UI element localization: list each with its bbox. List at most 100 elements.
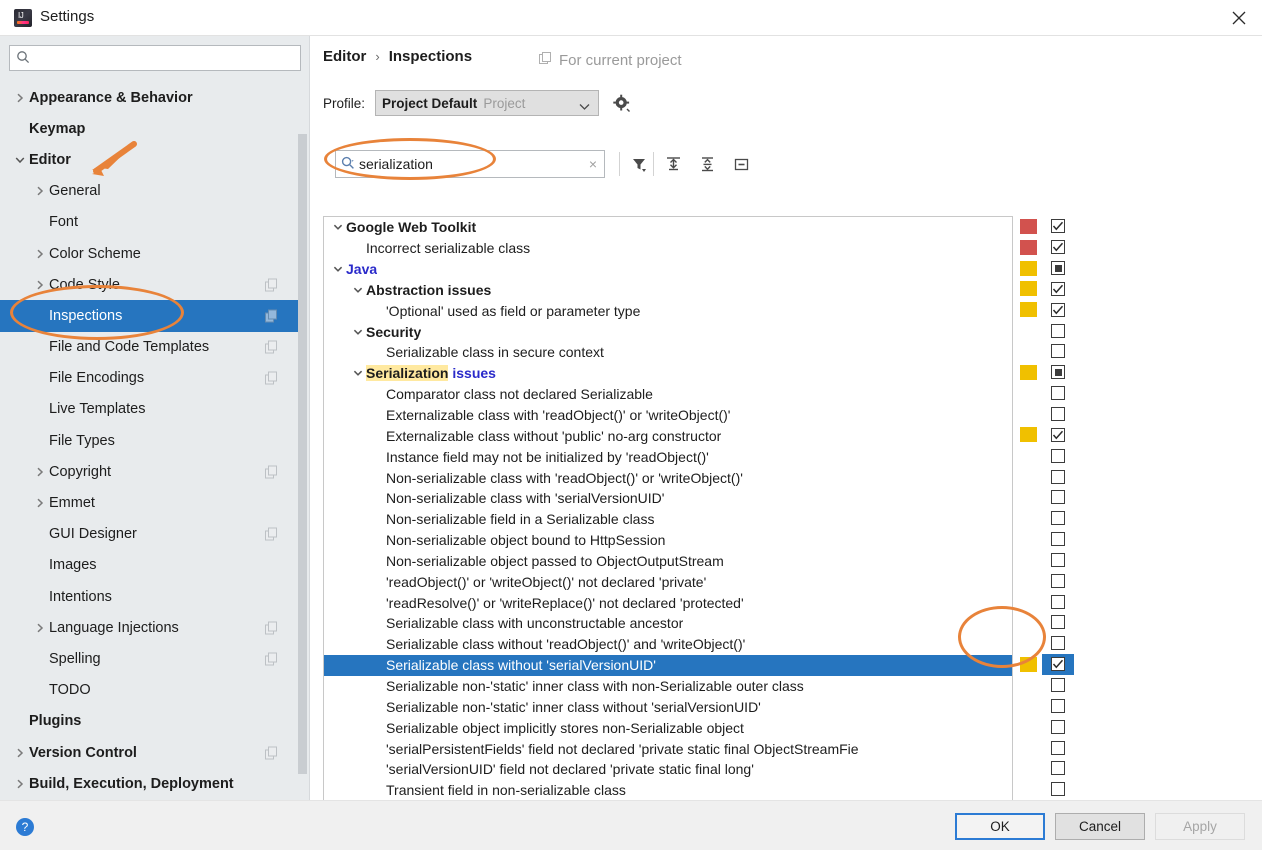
inspection-checkbox[interactable] (1051, 281, 1065, 296)
inspection-checkbox-cell[interactable] (1042, 591, 1074, 612)
tree-row[interactable]: Serializable non-'static' inner class wi… (324, 696, 1012, 717)
sidebar-item-keymap[interactable]: Keymap (0, 113, 300, 144)
sidebar-item-plugins[interactable]: Plugins (0, 706, 300, 737)
inspection-checkbox[interactable] (1051, 657, 1065, 672)
inspection-checkbox[interactable] (1051, 323, 1065, 338)
inspection-checkbox[interactable] (1051, 448, 1065, 463)
inspection-checkbox-cell[interactable] (1042, 758, 1074, 779)
inspection-checkbox-cell[interactable] (1042, 466, 1074, 487)
sidebar-item-emmet[interactable]: Emmet (0, 487, 300, 518)
sidebar-item-intentions[interactable]: Intentions (0, 581, 300, 612)
sidebar-item-code-style[interactable]: Code Style (0, 269, 300, 300)
inspection-checkbox-cell[interactable] (1042, 279, 1074, 300)
chevron-right-icon[interactable] (13, 777, 27, 791)
sidebar-search-input[interactable] (30, 50, 300, 66)
inspection-checkbox[interactable] (1051, 469, 1065, 484)
sidebar-search-box[interactable] (9, 45, 301, 71)
inspection-checkbox-cell[interactable] (1042, 320, 1074, 341)
tree-row[interactable]: Comparator class not declared Serializab… (324, 384, 1012, 405)
inspection-checkbox[interactable] (1051, 573, 1065, 588)
profile-select[interactable]: Project Default Project (375, 90, 600, 116)
chevron-right-icon[interactable] (33, 465, 47, 479)
tree-row[interactable]: Serializable class without 'readObject()… (324, 634, 1012, 655)
chevron-right-icon[interactable] (13, 746, 27, 760)
sidebar-item-file-types[interactable]: File Types (0, 425, 300, 456)
tree-row[interactable]: Non-serializable class with 'serialVersi… (324, 488, 1012, 509)
sidebar-scrollbar-thumb[interactable] (298, 134, 307, 774)
chevron-right-icon[interactable] (33, 184, 47, 198)
tree-row[interactable]: Serializable non-'static' inner class wi… (324, 676, 1012, 697)
chevron-down-icon[interactable] (330, 222, 346, 232)
breadcrumb-editor[interactable]: Editor (323, 48, 366, 65)
inspection-checkbox-cell[interactable] (1042, 487, 1074, 508)
inspection-search-box[interactable]: × (335, 150, 605, 178)
sidebar-item-version-control[interactable]: Version Control (0, 737, 300, 768)
tree-row[interactable]: Non-serializable class with 'readObject(… (324, 467, 1012, 488)
sidebar-item-appearance-behavior[interactable]: Appearance & Behavior (0, 82, 300, 113)
inspection-checkbox[interactable] (1051, 615, 1065, 630)
tree-row[interactable]: Transient field in non-serializable clas… (324, 780, 1012, 801)
inspection-checkbox[interactable] (1051, 240, 1065, 255)
tree-row[interactable]: Externalizable class without 'public' no… (324, 425, 1012, 446)
chevron-down-icon[interactable] (350, 285, 366, 295)
inspection-checkbox[interactable] (1051, 761, 1065, 776)
inspection-checkbox-cell[interactable] (1042, 445, 1074, 466)
sidebar-item-language-injections[interactable]: Language Injections (0, 612, 300, 643)
sidebar-item-images[interactable]: Images (0, 550, 300, 581)
inspection-checkbox[interactable] (1051, 636, 1065, 651)
tree-row[interactable]: Security (324, 321, 1012, 342)
sidebar-item-build-execution-deployment[interactable]: Build, Execution, Deployment (0, 768, 300, 799)
sidebar-item-gui-designer[interactable]: GUI Designer (0, 519, 300, 550)
expand-all-icon[interactable] (659, 150, 687, 178)
chevron-right-icon[interactable] (33, 278, 47, 292)
gear-icon[interactable] (609, 91, 633, 115)
tree-row[interactable]: Java (324, 259, 1012, 280)
inspection-checkbox[interactable] (1051, 782, 1065, 797)
inspection-checkbox-cell[interactable] (1042, 258, 1074, 279)
inspection-checkbox[interactable] (1051, 261, 1065, 276)
tree-row[interactable]: 'readResolve()' or 'writeReplace()' not … (324, 592, 1012, 613)
inspection-checkbox-cell[interactable] (1042, 695, 1074, 716)
chevron-right-icon[interactable] (33, 621, 47, 635)
tree-row[interactable]: 'serialPersistentFields' field not decla… (324, 738, 1012, 759)
chevron-right-icon[interactable] (13, 91, 27, 105)
inspection-checkbox[interactable] (1051, 677, 1065, 692)
tree-row[interactable]: Instance field may not be initialized by… (324, 446, 1012, 467)
chevron-down-icon[interactable] (350, 327, 366, 337)
tree-row[interactable]: Incorrect serializable class (324, 238, 1012, 259)
inspection-checkbox-cell[interactable] (1042, 633, 1074, 654)
chevron-down-icon[interactable] (13, 153, 27, 167)
inspection-checkbox[interactable] (1051, 740, 1065, 755)
inspection-checkbox-cell[interactable] (1042, 508, 1074, 529)
inspection-checkbox[interactable] (1051, 698, 1065, 713)
inspection-checkbox-cell[interactable] (1042, 216, 1074, 237)
inspections-tree[interactable]: Google Web Toolkit Incorrect serializable… (323, 216, 1013, 806)
close-icon[interactable] (1216, 0, 1262, 36)
inspection-search-input[interactable] (355, 156, 589, 172)
inspection-checkbox-cell[interactable] (1042, 675, 1074, 696)
inspection-checkbox-cell[interactable] (1042, 341, 1074, 362)
inspection-checkbox[interactable] (1051, 594, 1065, 609)
tree-row[interactable]: Serializable class in secure context (324, 342, 1012, 363)
sidebar-item-file-and-code-templates[interactable]: File and Code Templates (0, 332, 300, 363)
inspection-checkbox-cell[interactable] (1042, 779, 1074, 800)
tree-row[interactable]: Serializable class with unconstructable … (324, 613, 1012, 634)
sidebar-item-file-encodings[interactable]: File Encodings (0, 363, 300, 394)
inspection-checkbox[interactable] (1051, 386, 1065, 401)
chevron-right-icon[interactable] (33, 496, 47, 510)
tree-row[interactable]: 'Optional' used as field or parameter ty… (324, 300, 1012, 321)
inspection-checkbox[interactable] (1051, 302, 1065, 317)
ok-button[interactable]: OK (955, 813, 1045, 840)
chevron-right-icon[interactable] (33, 247, 47, 261)
collapse-all-icon[interactable] (693, 150, 721, 178)
inspection-checkbox[interactable] (1051, 552, 1065, 567)
tree-row[interactable]: 'serialVersionUID' field not declared 'p… (324, 759, 1012, 780)
tree-row[interactable]: Non-serializable object bound to HttpSes… (324, 530, 1012, 551)
sidebar-item-font[interactable]: Font (0, 207, 300, 238)
inspection-checkbox-cell[interactable] (1042, 570, 1074, 591)
inspection-checkbox[interactable] (1051, 365, 1065, 380)
inspection-checkbox[interactable] (1051, 407, 1065, 422)
collapse-icon[interactable] (727, 150, 755, 178)
sidebar-item-spelling[interactable]: Spelling (0, 643, 300, 674)
cancel-button[interactable]: Cancel (1055, 813, 1145, 840)
